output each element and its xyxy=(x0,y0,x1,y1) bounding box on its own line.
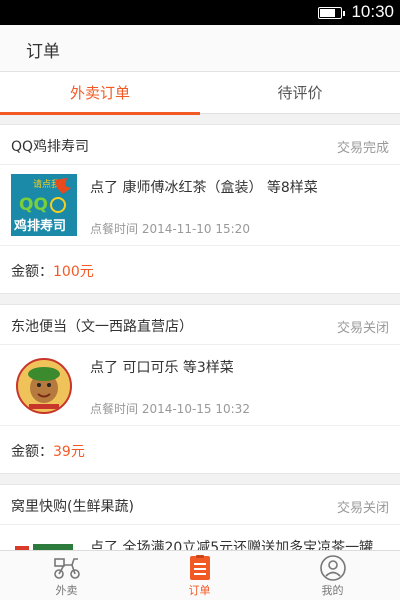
order-card-header: 窝里快购(生鲜果蔬) 交易关闭 xyxy=(0,485,400,525)
status-bar: 10:30 xyxy=(0,0,400,25)
tab-label: 外卖订单 xyxy=(69,84,130,102)
amount-value: 100元 xyxy=(53,264,94,280)
shop-logo-dongchi-bento xyxy=(11,354,77,416)
shop-logo-qq-chicken: 请点我 QQ 鸡排寿司 xyxy=(11,174,77,236)
order-description: 点了 全场满20立减5元还赠送加多宝凉茶一罐 xyxy=(90,540,374,550)
order-status: 交易关闭 xyxy=(336,501,389,516)
nav-label: 订单 xyxy=(188,584,211,597)
order-status: 交易关闭 xyxy=(336,321,389,336)
order-list-icon xyxy=(190,555,210,580)
logo-brand-text: 鸡排寿司 xyxy=(13,218,66,234)
card-divider xyxy=(0,245,400,246)
nav-profile[interactable]: 我的 xyxy=(266,551,399,600)
battery-level-fill xyxy=(320,9,335,17)
order-tabs: 外卖订单 待评价 xyxy=(0,72,400,115)
card-divider xyxy=(0,425,400,426)
scooter-icon xyxy=(54,558,80,579)
order-card[interactable]: 窝里快购(生鲜果蔬) 交易关闭 点了 全场满20立减5元还赠送加多宝凉茶一罐 xyxy=(0,484,400,550)
nav-takeout[interactable]: 外卖 xyxy=(0,551,133,600)
order-card-header: 东池便当（文一西路直营店） 交易关闭 xyxy=(0,305,400,345)
logo-qq-text: QQ xyxy=(19,195,48,215)
nav-label: 外卖 xyxy=(55,584,78,597)
nav-orders[interactable]: 订单 xyxy=(133,551,266,600)
tab-pending-review[interactable]: 待评价 xyxy=(200,72,400,114)
amount-label: 金额： xyxy=(11,444,53,460)
shop-logo-woli-kuaigou xyxy=(11,534,77,550)
order-list[interactable]: QQ鸡排寿司 交易完成 请点我 QQ 鸡排寿司 点了 康师傅冰红茶（盒装） 等8… xyxy=(0,114,400,550)
profile-icon xyxy=(320,555,346,581)
nav-label: 我的 xyxy=(321,584,344,597)
shop-name: 窝里快购(生鲜果蔬) xyxy=(11,499,134,515)
order-status: 交易完成 xyxy=(336,141,389,156)
order-description: 点了 可口可乐 等3样菜 xyxy=(90,360,234,376)
shop-name: 东池便当（文一西路直营店） xyxy=(11,319,193,335)
amount-label: 金额： xyxy=(11,264,53,280)
title-bar: 订单 xyxy=(0,25,400,72)
logo-small-text: 请点我 xyxy=(33,178,60,190)
tab-label: 待评价 xyxy=(277,84,323,102)
order-time: 点餐时间 2014-10-15 10:32 xyxy=(90,402,250,416)
amount-value: 39元 xyxy=(53,444,85,460)
status-time: 10:30 xyxy=(351,2,394,21)
order-card-header: QQ鸡排寿司 交易完成 xyxy=(0,125,400,165)
order-time: 点餐时间 2014-11-10 15:20 xyxy=(90,222,250,236)
order-amount: 金额：39元 xyxy=(11,441,85,461)
shop-name: QQ鸡排寿司 xyxy=(11,139,90,155)
page-title: 订单 xyxy=(26,42,60,62)
order-card[interactable]: 东池便当（文一西路直营店） 交易关闭 点了 可口可乐 等3样菜 点餐时间 201… xyxy=(0,304,400,474)
order-description: 点了 康师傅冰红茶（盒装） 等8样菜 xyxy=(90,180,318,196)
battery-icon xyxy=(318,7,345,19)
order-amount: 金额：100元 xyxy=(11,261,94,281)
tab-takeout-orders[interactable]: 外卖订单 xyxy=(0,72,200,115)
bottom-nav: 外卖 订单 我的 xyxy=(0,550,400,600)
order-card[interactable]: QQ鸡排寿司 交易完成 请点我 QQ 鸡排寿司 点了 康师傅冰红茶（盒装） 等8… xyxy=(0,124,400,294)
